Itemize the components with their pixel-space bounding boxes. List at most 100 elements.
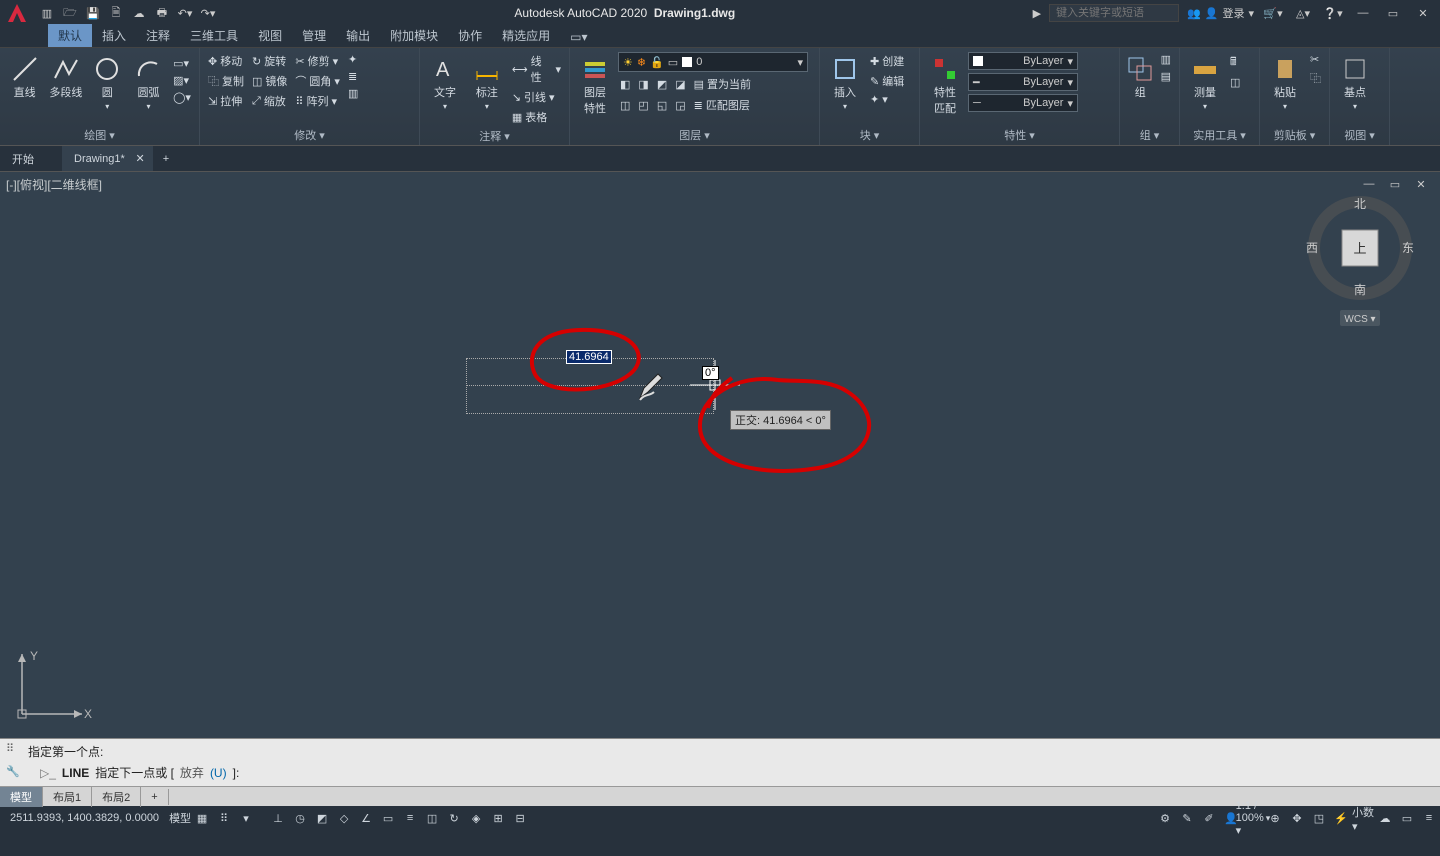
rotate-button[interactable]: ↻ 旋转 [250,52,289,70]
maximize-icon[interactable]: ▭ [1382,5,1404,21]
stretch-button[interactable]: ⇲ 拉伸 [206,92,246,110]
layer-icon3[interactable]: ◩ [655,75,669,93]
tab-addins[interactable]: 附加模块 [380,24,448,47]
qat-undo-icon[interactable]: ↶▾ [176,4,194,22]
status-customize-icon[interactable]: ≡ [1418,809,1440,827]
select-icon[interactable]: ◫ [1228,75,1242,90]
linetype-button[interactable]: ⟷ 线性 ▾ [510,52,563,86]
calc-icon[interactable]: 🖩 [1228,52,1242,73]
qat-saveas-icon[interactable]: 🗎 [107,4,125,22]
offset-icon[interactable]: ≣ [346,69,360,84]
layer-icon2[interactable]: ◨ [636,75,650,93]
dynamic-angle-input[interactable]: 0° [702,366,719,380]
close-icon[interactable]: ✕ [1412,5,1434,21]
qat-cloud-icon[interactable]: ☁ [130,4,148,22]
drawing-canvas[interactable] [0,172,1440,738]
layer-icon8[interactable]: ◲ [673,96,687,114]
app-a360-icon[interactable]: ◬▾ [1292,5,1314,21]
status-polar-icon[interactable]: ◷ [289,809,311,827]
layer-icon6[interactable]: ◰ [636,96,650,114]
props-match-button[interactable]: 特性 匹配 [926,52,964,116]
tab-insert[interactable]: 插入 [92,24,136,47]
status-cloud-icon[interactable]: ☁ [1374,809,1396,827]
layer-current-button[interactable]: ▤ 置为当前 [692,75,753,93]
search-input[interactable] [1049,4,1179,22]
ellipse-icon[interactable]: ◯▾ [171,90,193,105]
layout-1[interactable]: 布局1 [43,787,92,807]
tab-manage[interactable]: 管理 [292,24,336,47]
layer-icon4[interactable]: ◪ [673,75,687,93]
dynamic-length-input[interactable]: 41.6964 [566,350,612,364]
status-decimal[interactable]: 小数 ▾ [1352,809,1374,827]
tab-drawing1[interactable]: Drawing1* ✕ [62,146,153,171]
help-icon[interactable]: ❔▾ [1322,5,1344,21]
status-hwaccel-icon[interactable]: ⚡ [1330,809,1352,827]
status-osnap-icon[interactable]: ◇ [333,809,355,827]
copy-clip-icon[interactable]: ⿻ [1308,69,1323,87]
paste-button[interactable]: 粘贴▾ [1266,52,1304,111]
account-button[interactable]: 👥 👤 登录 ▾ [1187,5,1254,21]
group-edit-icon[interactable]: ▤ [1159,69,1173,84]
line-button[interactable]: 直线 [6,52,43,100]
layer-props-button[interactable]: 图层 特性 [576,52,614,116]
tab-close-icon[interactable]: ✕ [136,152,145,165]
ungroup-icon[interactable]: ▥ [1159,52,1173,67]
leader-button[interactable]: ↘ 引线 ▾ [510,88,563,106]
create-block-button[interactable]: ✚ 创建 [868,52,906,70]
layout-model[interactable]: 模型 [0,787,43,807]
status-iso-icon[interactable]: ◩ [311,809,333,827]
trim-button[interactable]: ✂ 修剪 ▾ [293,52,342,70]
qat-save-icon[interactable]: 💾 [84,4,102,22]
status-scale[interactable]: 1:1 / 100% ▾ [1242,809,1264,827]
status-otrack-icon[interactable]: ∠ [355,809,377,827]
app-logo[interactable] [6,2,28,24]
qat-redo-icon[interactable]: ↷▾ [199,4,217,22]
hatch-icon[interactable]: ▨▾ [171,73,193,88]
erase-icon[interactable]: ▥ [346,86,360,101]
status-pan-icon[interactable]: ✥ [1286,809,1308,827]
layer-icon7[interactable]: ◱ [655,96,669,114]
tab-featured[interactable]: 精选应用 [492,24,560,47]
app-exchange-icon[interactable]: 🛒▾ [1262,5,1284,21]
layer-icon5[interactable]: ◫ [618,96,632,114]
status-ortho-icon[interactable]: ⊥ [267,809,289,827]
rect-icon[interactable]: ▭▾ [171,56,193,71]
cmd-customize-icon[interactable]: 🔧 [6,765,20,778]
tab-collab[interactable]: 协作 [448,24,492,47]
copy-button[interactable]: ⿻ 复制 [206,72,246,90]
qat-new-icon[interactable]: ▥ [38,4,56,22]
move-button[interactable]: ✥ 移动 [206,52,246,70]
mirror-button[interactable]: ◫ 镜像 [250,72,289,90]
viewport-label[interactable]: [-][俯视][二维线框] [6,176,102,193]
fillet-button[interactable]: ⌒ 圆角 ▾ [293,72,342,90]
cmd-input[interactable]: ▷_ LINE 指定下一点或 [放弃(U)]: [0,762,1440,783]
minimize-icon[interactable]: — [1352,5,1374,21]
tab-view[interactable]: 视图 [248,24,292,47]
layer-combo[interactable]: ☀❄🔓▭ 0 ▾ [618,52,808,72]
measure-button[interactable]: 测量▾ [1186,52,1224,111]
status-dyn-icon[interactable]: ▭ [377,809,399,827]
scale-button[interactable]: ⤢ 缩放 [250,92,289,110]
viewcube[interactable]: 北 南 西 东 上 WCS ▾ [1300,190,1420,330]
layer-match-button[interactable]: ≣ 匹配图层 [692,96,752,114]
explode-icon[interactable]: ✦ [346,52,360,67]
status-iso2-icon[interactable]: ◳ [1308,809,1330,827]
status-ws-icon[interactable]: ⚙ [1154,809,1176,827]
base-button[interactable]: 基点▾ [1336,52,1374,111]
status-anno1-icon[interactable]: ✎ [1176,809,1198,827]
layout-2[interactable]: 布局2 [92,787,141,807]
status-grid-icon[interactable]: ▦ [191,809,213,827]
tab-default[interactable]: 默认 [48,24,92,47]
qat-open-icon[interactable]: 🗁 [61,4,79,22]
array-button[interactable]: ⠿ 阵列 ▾ [293,92,342,110]
cut-icon[interactable]: ✂ [1308,52,1323,67]
edit-block-button[interactable]: ✎ 编辑 [868,72,906,90]
status-cycle-icon[interactable]: ↻ [443,809,465,827]
status-anno2-icon[interactable]: ✐ [1198,809,1220,827]
status-zoom-icon[interactable]: ⊕ [1264,809,1286,827]
layer-icon1[interactable]: ◧ [618,75,632,93]
arc-button[interactable]: 圆弧▾ [130,52,167,111]
status-model[interactable]: 模型 [169,809,191,827]
lineweight-combo[interactable]: ━ByLayer ▾ [968,73,1078,91]
status-lwt-icon[interactable]: ≡ [399,809,421,827]
